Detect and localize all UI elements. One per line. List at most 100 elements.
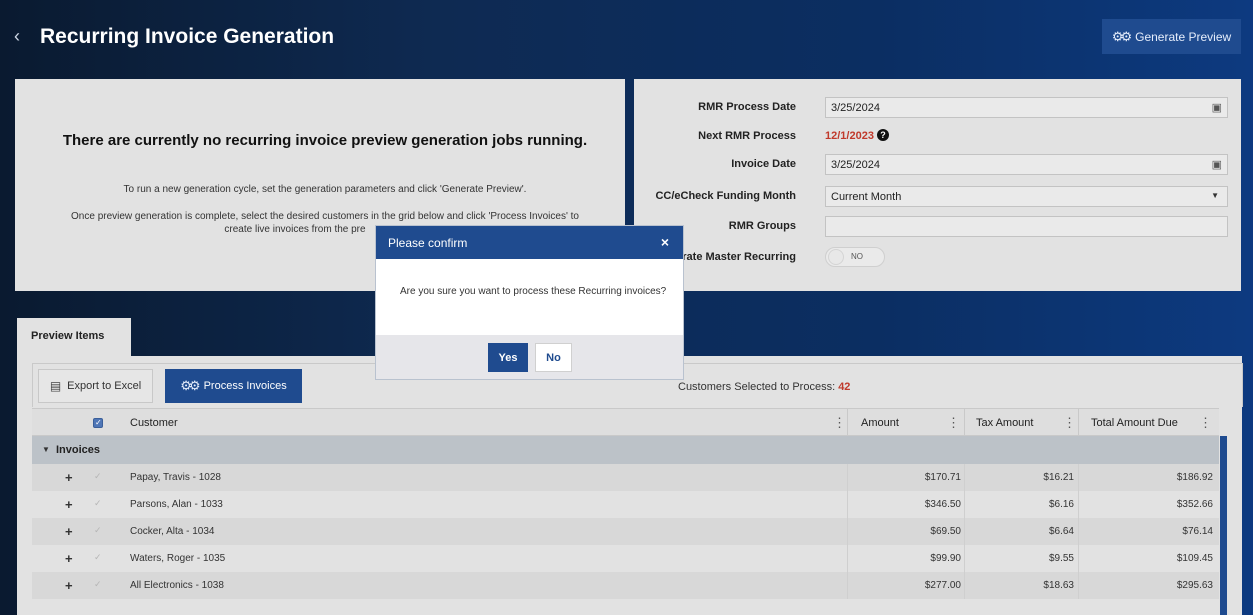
grid-header: Customer ⋮ Amount ⋮ Tax Amount ⋮ Total A…	[32, 408, 1219, 437]
column-divider	[1078, 409, 1079, 437]
master-recurring-label: rate Master Recurring	[682, 251, 796, 263]
rmr-groups-input[interactable]	[825, 216, 1228, 237]
column-divider	[964, 409, 965, 437]
column-divider	[847, 464, 848, 491]
tab-preview-items[interactable]: Preview Items	[17, 318, 131, 356]
excel-file-icon: ▤	[49, 379, 62, 393]
calendar-icon[interactable]: ▣	[1212, 101, 1222, 114]
table-row[interactable]: + ✓ All Electronics - 1038 $277.00 $18.6…	[32, 572, 1219, 599]
rmr-process-date-input[interactable]: 3/25/2024 ▣	[825, 97, 1228, 118]
column-divider	[964, 518, 965, 545]
invoice-date-input[interactable]: 3/25/2024 ▣	[825, 154, 1228, 175]
generate-preview-button[interactable]: ⚙⚙ Generate Preview	[1102, 19, 1241, 54]
column-divider	[1078, 464, 1079, 491]
rmr-process-date-row: RMR Process Date 3/25/2024 ▣	[634, 97, 1241, 118]
gears-icon: ⚙⚙	[180, 378, 200, 393]
confirm-dialog: Please confirm × Are you sure you want t…	[376, 226, 683, 379]
close-icon[interactable]: ×	[661, 234, 669, 250]
expand-row-icon[interactable]: +	[65, 551, 73, 566]
column-header-total-amount-due[interactable]: Total Amount Due	[1091, 417, 1178, 429]
no-button[interactable]: No	[535, 343, 572, 372]
expand-row-icon[interactable]: +	[65, 578, 73, 593]
chevron-left-icon[interactable]: ‹	[14, 26, 20, 47]
expand-row-icon[interactable]: +	[65, 497, 73, 512]
select-all-checkbox[interactable]	[93, 418, 103, 428]
column-header-customer[interactable]: Customer	[130, 417, 178, 429]
amount-cell: $170.71	[924, 472, 961, 483]
column-divider	[847, 409, 848, 437]
export-to-excel-button[interactable]: ▤ Export to Excel	[38, 369, 153, 403]
table-row[interactable]: + ✓ Cocker, Alta - 1034 $69.50 $6.64 $76…	[32, 518, 1219, 545]
table-row[interactable]: + ✓ Papay, Travis - 1028 $170.71 $16.21 …	[32, 464, 1219, 491]
next-rmr-process-label: Next RMR Process	[698, 130, 796, 142]
column-divider	[847, 545, 848, 572]
row-checkbox[interactable]: ✓	[94, 525, 102, 536]
process-invoices-button[interactable]: ⚙⚙ Process Invoices	[165, 369, 302, 403]
column-divider	[1078, 518, 1079, 545]
column-menu-icon[interactable]: ⋮	[833, 415, 846, 431]
funding-month-label: CC/eCheck Funding Month	[655, 190, 796, 202]
toggle-knob	[828, 249, 844, 265]
dialog-message: Are you sure you want to process these R…	[400, 286, 667, 297]
dialog-title: Please confirm	[388, 236, 468, 250]
amount-cell: $99.90	[930, 553, 961, 564]
tax-amount-cell: $18.63	[1043, 580, 1074, 591]
expand-row-icon[interactable]: +	[65, 524, 73, 539]
dialog-footer: Yes No	[376, 335, 683, 379]
column-divider	[964, 491, 965, 518]
process-label: Process Invoices	[203, 380, 287, 392]
total-amount-cell: $76.14	[1182, 526, 1213, 537]
column-divider	[1078, 491, 1079, 518]
gears-icon: ⚙⚙	[1111, 28, 1132, 44]
column-header-amount[interactable]: Amount	[861, 417, 899, 429]
column-menu-icon[interactable]: ⋮	[1063, 415, 1076, 431]
page-title: Recurring Invoice Generation	[40, 25, 335, 48]
column-menu-icon[interactable]: ⋮	[947, 415, 960, 431]
column-divider	[964, 464, 965, 491]
dropdown-arrow-icon: ▼	[1211, 191, 1219, 200]
table-row[interactable]: + ✓ Waters, Roger - 1035 $99.90 $9.55 $1…	[32, 545, 1219, 572]
expand-row-icon[interactable]: +	[65, 470, 73, 485]
status-message-title: There are currently no recurring invoice…	[62, 132, 588, 149]
generate-preview-label: Generate Preview	[1135, 29, 1232, 44]
row-checkbox[interactable]: ✓	[94, 579, 102, 590]
group-label: Invoices	[56, 444, 101, 456]
funding-month-value: Current Month	[831, 191, 902, 203]
calendar-icon[interactable]: ▣	[1212, 158, 1222, 171]
row-checkbox[interactable]: ✓	[94, 552, 102, 563]
export-label: Export to Excel	[67, 380, 142, 392]
customer-cell: Papay, Travis - 1028	[130, 472, 221, 483]
column-menu-icon[interactable]: ⋮	[1199, 415, 1212, 431]
collapse-arrow-icon[interactable]: ▼	[42, 445, 50, 454]
amount-cell: $346.50	[924, 499, 961, 510]
grid-scrollbar[interactable]	[1220, 436, 1227, 615]
generation-parameters-panel: RMR Process Date 3/25/2024 ▣ Next RMR Pr…	[634, 79, 1241, 291]
tax-amount-cell: $6.64	[1048, 526, 1074, 537]
column-divider	[847, 572, 848, 599]
total-amount-cell: $295.63	[1176, 580, 1213, 591]
total-amount-cell: $109.45	[1176, 553, 1213, 564]
rmr-groups-row: RMR Groups	[634, 216, 1241, 237]
rmr-process-date-label: RMR Process Date	[698, 101, 796, 113]
rmr-groups-label: RMR Groups	[728, 220, 796, 232]
dialog-header: Please confirm ×	[376, 226, 683, 259]
next-rmr-process-row: Next RMR Process 12/1/2023 ?	[634, 126, 1241, 146]
group-row-invoices[interactable]: ▼ Invoices	[32, 436, 1219, 464]
status-instruction-2: Once preview generation is complete, sel…	[71, 211, 579, 222]
next-rmr-process-value: 12/1/2023	[825, 130, 874, 142]
column-divider	[964, 572, 965, 599]
master-recurring-toggle[interactable]: NO	[825, 247, 885, 267]
help-icon[interactable]: ?	[877, 129, 889, 141]
yes-button[interactable]: Yes	[488, 343, 528, 372]
row-checkbox[interactable]: ✓	[94, 471, 102, 482]
table-row[interactable]: + ✓ Parsons, Alan - 1033 $346.50 $6.16 $…	[32, 491, 1219, 518]
customer-cell: All Electronics - 1038	[130, 580, 224, 591]
column-divider	[1078, 545, 1079, 572]
invoice-date-row: Invoice Date 3/25/2024 ▣	[634, 154, 1241, 175]
row-checkbox[interactable]: ✓	[94, 498, 102, 509]
column-divider	[964, 545, 965, 572]
funding-month-select[interactable]: Current Month ▼	[825, 186, 1228, 207]
invoice-date-value: 3/25/2024	[831, 159, 880, 171]
total-amount-cell: $352.66	[1176, 499, 1213, 510]
column-header-tax-amount[interactable]: Tax Amount	[976, 417, 1033, 429]
